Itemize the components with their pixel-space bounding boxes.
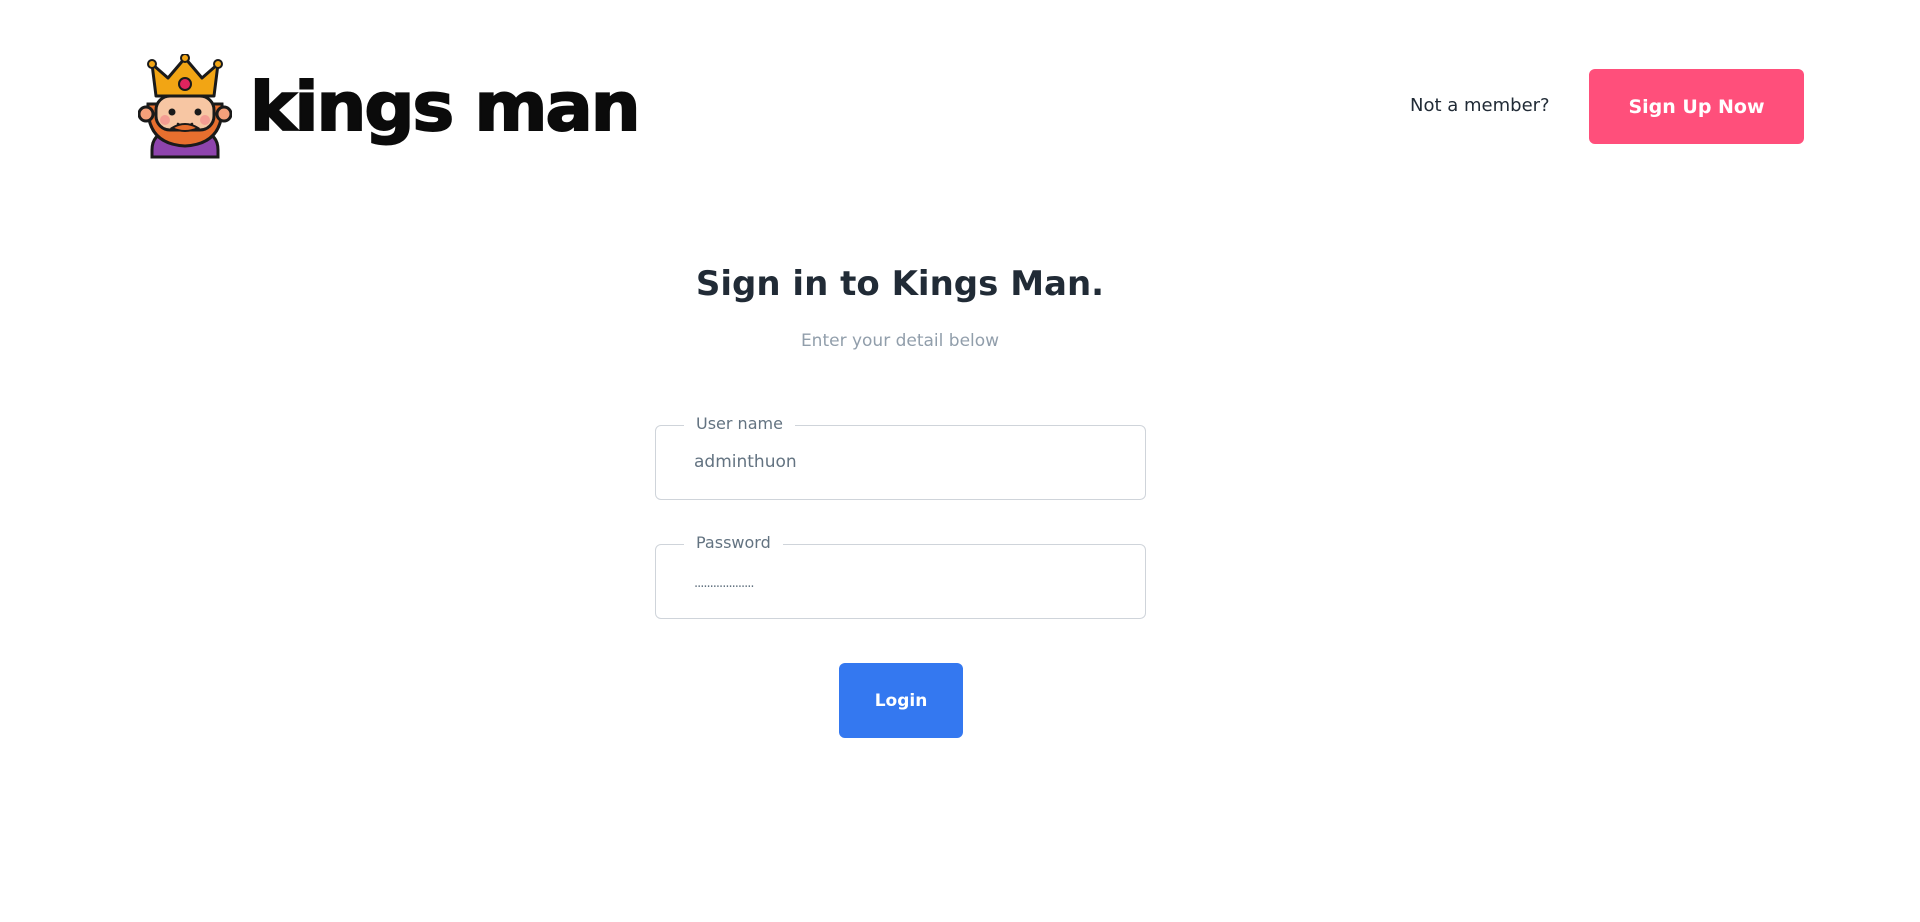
password-input[interactable] [694, 572, 1114, 596]
username-label: User name [684, 413, 795, 435]
not-member-text: Not a member? [1410, 95, 1550, 116]
password-label: Password [684, 532, 783, 554]
sign-up-button[interactable]: Sign Up Now [1589, 69, 1804, 144]
username-field[interactable]: User name [655, 413, 1146, 500]
login-button[interactable]: Login [839, 663, 963, 738]
brand-name: kings man [249, 67, 642, 146]
page-subtitle: Enter your detail below [800, 331, 1000, 351]
login-page: kings man Not a member? Sign Up Now Sign… [0, 0, 1920, 922]
page-title: Sign in to Kings Man. [695, 264, 1105, 304]
password-field[interactable]: Password [655, 532, 1146, 619]
username-input[interactable] [694, 450, 1114, 474]
brand-logo[interactable]: kings man [138, 54, 642, 159]
king-mascot-icon [138, 54, 232, 159]
